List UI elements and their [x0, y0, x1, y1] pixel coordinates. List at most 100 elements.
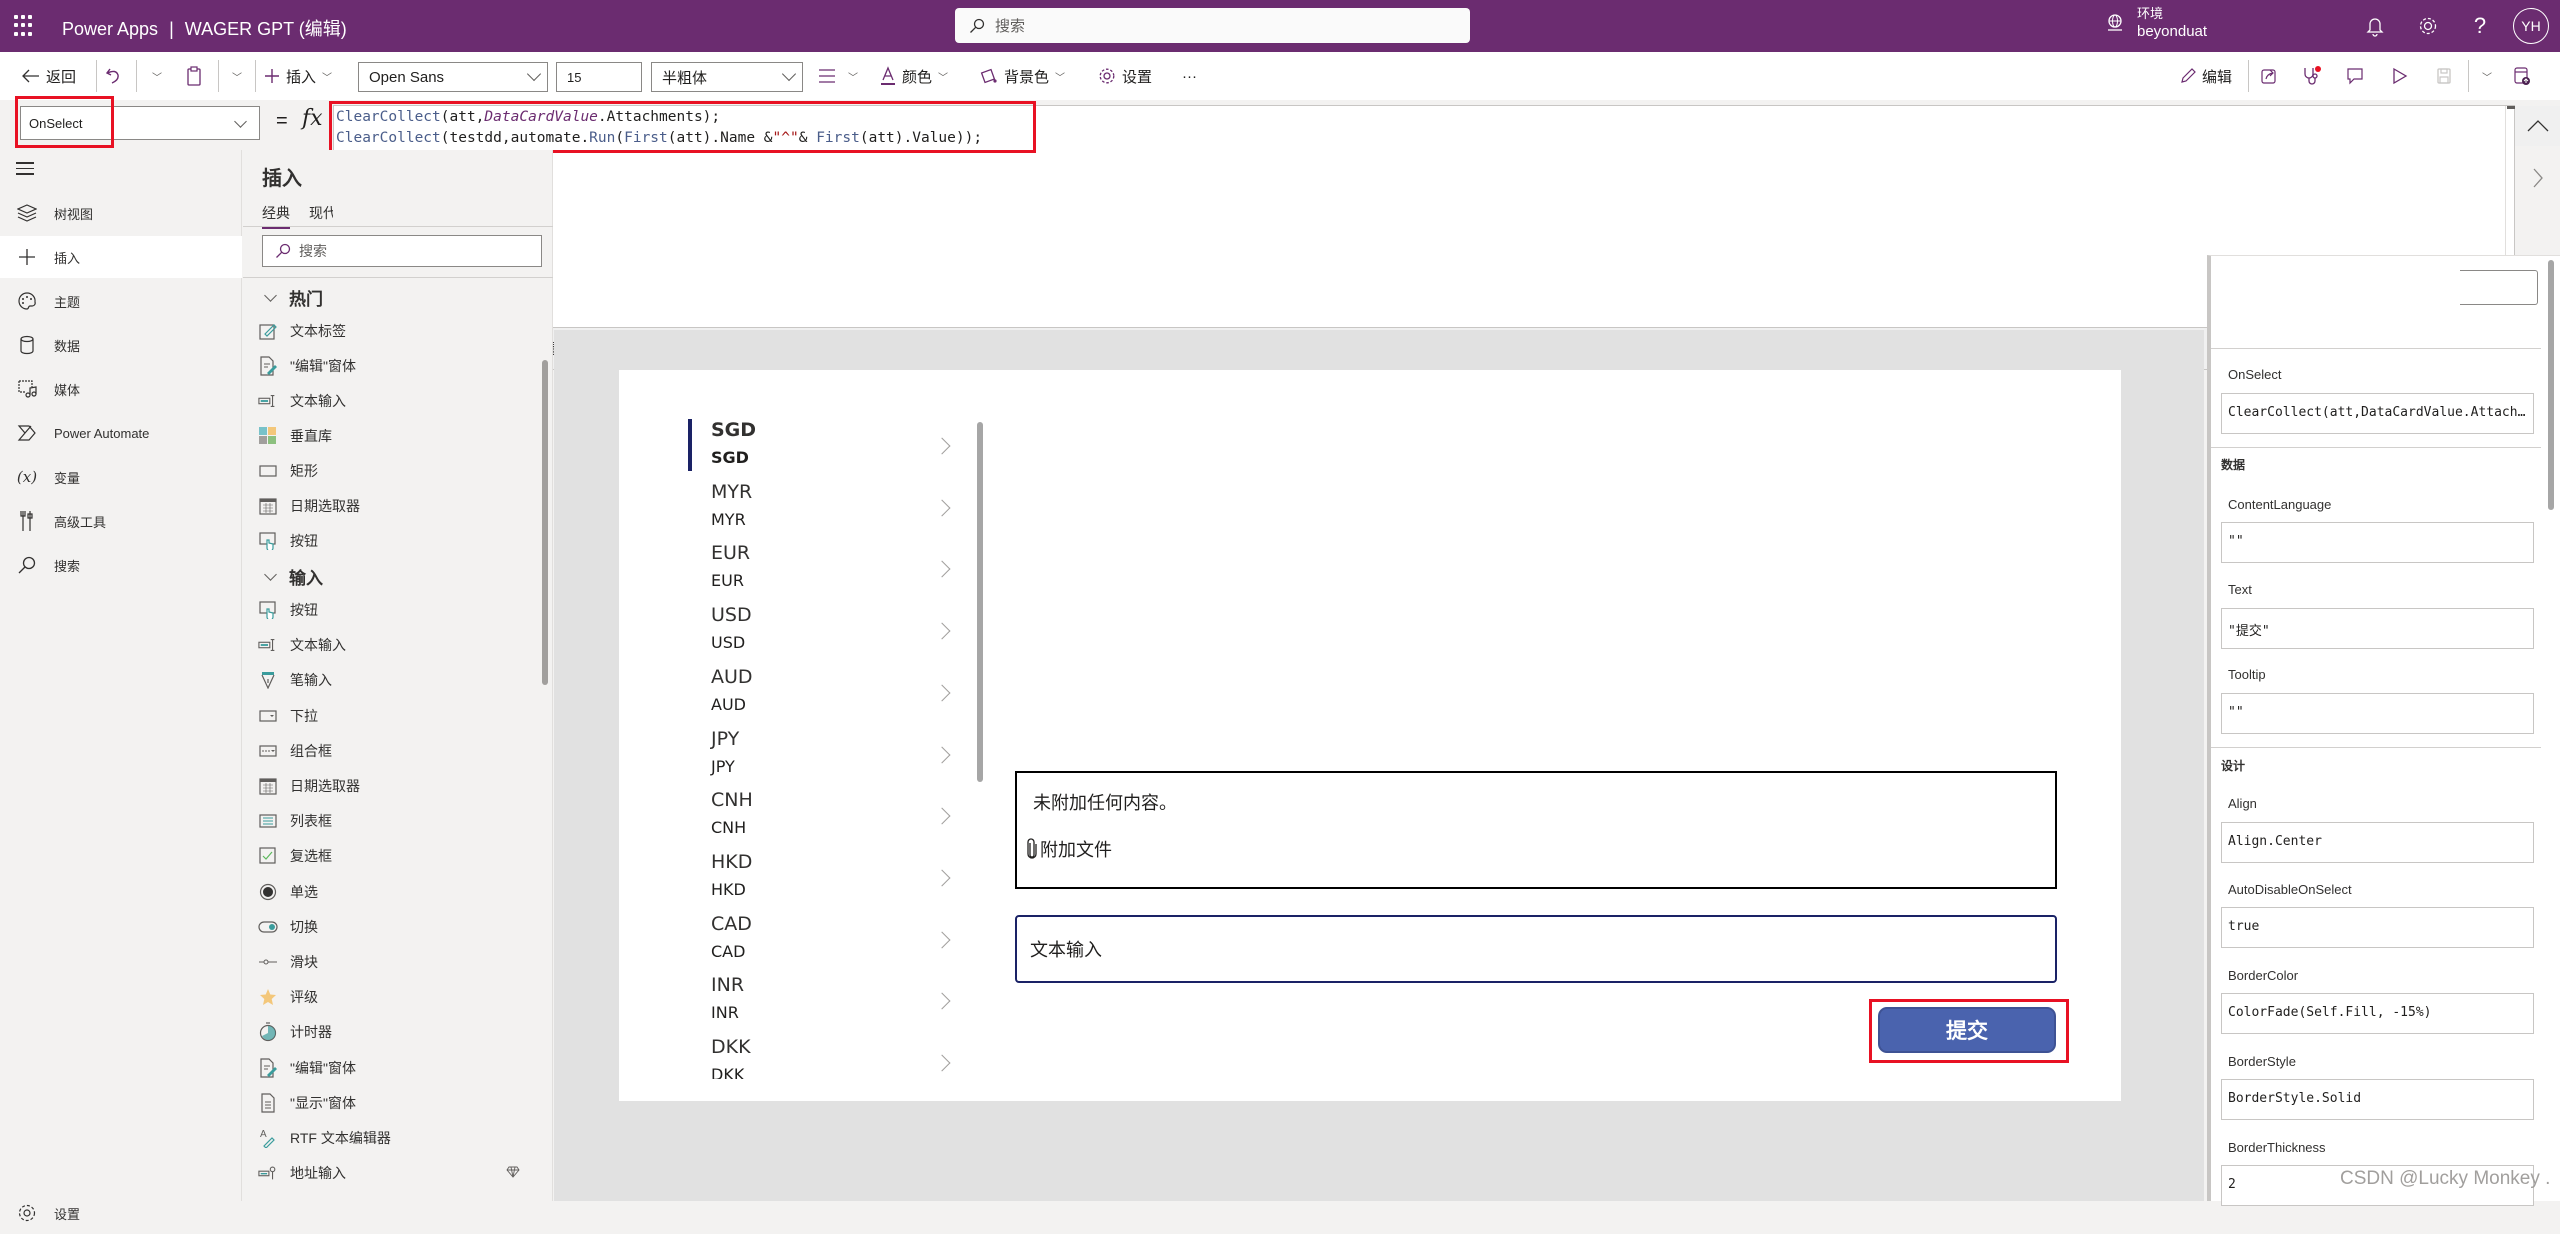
font-size-input[interactable]: 15	[556, 62, 642, 92]
back-button[interactable]: 返回	[22, 64, 76, 88]
chevron-right-icon[interactable]	[933, 807, 951, 825]
expand-panel-button[interactable]	[2515, 150, 2560, 206]
text-input[interactable]: 文本输入	[1015, 915, 2057, 983]
sidebar-item-7[interactable]: 高级工具	[0, 500, 242, 542]
chevron-right-icon[interactable]	[933, 992, 951, 1010]
properties-search-field[interactable]	[2460, 270, 2538, 305]
preview-play-button[interactable]	[2392, 64, 2414, 88]
help-icon[interactable]: ?	[2467, 13, 2493, 39]
prop-field-text[interactable]: "提交"	[2221, 608, 2534, 649]
formula-code[interactable]: ClearCollect(att,DataCardValue.Attachmen…	[336, 107, 982, 149]
prop-field-align[interactable]: Align.Center	[2221, 822, 2534, 863]
chevron-right-icon[interactable]	[933, 869, 951, 887]
gallery-scrollbar[interactable]	[977, 422, 983, 782]
user-avatar[interactable]: YH	[2513, 8, 2549, 44]
insert-item[interactable]: 文本输入	[258, 630, 538, 660]
insert-search-input[interactable]: 搜索	[262, 235, 542, 267]
align-button[interactable]: ﹀	[818, 64, 858, 88]
prop-field-content-language[interactable]: ""	[2221, 522, 2534, 563]
gallery-item[interactable]: CNH CNH	[688, 789, 968, 851]
property-dropdown[interactable]: OnSelect	[20, 106, 260, 140]
insert-panel-scrollbar[interactable]	[542, 360, 548, 685]
chevron-right-icon[interactable]	[933, 499, 951, 517]
settings-button[interactable]: 设置	[1098, 64, 1152, 88]
sidebar-item-0[interactable]: 树视图	[0, 192, 242, 234]
comments-button[interactable]	[2346, 64, 2370, 88]
prop-field-auto-disable-on-select[interactable]: true	[2221, 907, 2534, 948]
paste-dropdown[interactable]: ﹀	[226, 64, 242, 88]
insert-section-header[interactable]: 输入	[262, 561, 323, 591]
chevron-right-icon[interactable]	[933, 437, 951, 455]
notifications-bell-icon[interactable]	[2362, 13, 2388, 39]
gallery-item[interactable]: USD USD	[688, 604, 968, 666]
insert-item[interactable]: "显示"窗体	[258, 1088, 538, 1118]
insert-item[interactable]: 地址输入	[258, 1158, 538, 1188]
more-button[interactable]: ···	[1182, 64, 1197, 88]
background-color-button[interactable]: 背景色 ﹀	[980, 64, 1065, 88]
global-search-input[interactable]: 搜索	[955, 8, 1470, 43]
gallery-item[interactable]: SGD SGD	[688, 419, 968, 481]
color-button[interactable]: 颜色 ﹀	[880, 64, 948, 88]
insert-item[interactable]: A RTF 文本编辑器	[258, 1123, 538, 1153]
font-family-dropdown[interactable]: Open Sans	[358, 62, 548, 92]
prop-field-tooltip[interactable]: ""	[2221, 693, 2534, 734]
insert-section-header[interactable]: 热门	[262, 282, 323, 312]
insert-item[interactable]: 单选	[258, 877, 538, 907]
currency-gallery[interactable]: SGD SGD MYR MYR EUR EUR USD USD AUD AUD JPY JPY CNH C…	[688, 419, 983, 1079]
tab-modern[interactable]: 现代	[309, 203, 333, 223]
insert-item[interactable]: "编辑"窗体	[258, 1053, 538, 1083]
app-checker-button[interactable]	[2302, 64, 2328, 88]
share-button[interactable]	[2260, 64, 2284, 88]
prop-field-onselect[interactable]: ClearCollect(att,DataCardValue.Attachmen…	[2221, 393, 2534, 434]
hamburger-menu-icon[interactable]	[16, 162, 34, 179]
save-dropdown[interactable]: ﹀	[2476, 64, 2492, 88]
undo-button[interactable]	[106, 64, 128, 88]
edit-button[interactable]: 编辑	[2180, 64, 2232, 88]
gallery-item[interactable]: MYR MYR	[688, 481, 968, 543]
gallery-item[interactable]: DKK DKK	[688, 1036, 968, 1079]
chevron-right-icon[interactable]	[933, 746, 951, 763]
properties-scrollbar[interactable]	[2548, 260, 2554, 510]
submit-button[interactable]: 提交	[1878, 1007, 2056, 1053]
chevron-right-icon[interactable]	[933, 684, 951, 702]
app-launcher-icon[interactable]	[14, 15, 36, 37]
paste-button[interactable]	[186, 64, 208, 88]
settings-gear-icon[interactable]	[2415, 13, 2441, 39]
sidebar-item-6[interactable]: (x) 变量	[0, 456, 242, 498]
chevron-right-icon[interactable]	[933, 560, 951, 578]
insert-item[interactable]: 列表框	[258, 806, 538, 836]
insert-item[interactable]: 文本输入	[258, 386, 538, 416]
gallery-item[interactable]: CAD CAD	[688, 913, 968, 975]
insert-button[interactable]: 插入 ﹀	[264, 64, 332, 88]
insert-item[interactable]: 文本标签	[258, 316, 538, 346]
collapse-formula-button[interactable]	[2515, 106, 2560, 146]
insert-item[interactable]: 按钮	[258, 526, 538, 556]
gallery-item[interactable]: INR INR	[688, 974, 968, 1036]
environment-picker[interactable]: 环境 beyonduat	[2105, 5, 2207, 41]
insert-item[interactable]: 评级	[258, 982, 538, 1012]
sidebar-item-9[interactable]: 设置	[0, 1192, 242, 1234]
insert-item[interactable]: 计时器	[258, 1017, 538, 1047]
insert-item[interactable]: 日期选取器	[258, 771, 538, 801]
insert-item[interactable]: 按钮	[258, 595, 538, 625]
publish-button[interactable]	[2513, 64, 2537, 88]
sidebar-item-8[interactable]: 搜索	[0, 544, 242, 586]
save-button[interactable]	[2436, 64, 2458, 88]
sidebar-item-3[interactable]: 数据	[0, 324, 242, 366]
insert-item[interactable]: 笔输入	[258, 665, 538, 695]
prop-field-border-color[interactable]: ColorFade(Self.Fill, -15%)	[2221, 993, 2534, 1034]
insert-item[interactable]: 组合框	[258, 736, 538, 766]
insert-item[interactable]: 日期选取器	[258, 491, 538, 521]
sidebar-item-2[interactable]: 主题	[0, 280, 242, 322]
gallery-item[interactable]: HKD HKD	[688, 851, 968, 913]
insert-item[interactable]: 下拉	[258, 701, 538, 731]
sidebar-item-4[interactable]: 媒体	[0, 368, 242, 410]
insert-item[interactable]: 复选框	[258, 841, 538, 871]
gallery-item[interactable]: JPY JPY	[688, 728, 968, 790]
undo-dropdown[interactable]: ﹀	[146, 64, 162, 88]
sidebar-item-5[interactable]: Power Automate	[0, 412, 242, 454]
insert-item[interactable]: "编辑"窗体	[258, 351, 538, 381]
sidebar-item-1[interactable]: 插入	[0, 236, 242, 278]
insert-item[interactable]: 垂直库	[258, 421, 538, 451]
chevron-right-icon[interactable]	[933, 931, 951, 949]
